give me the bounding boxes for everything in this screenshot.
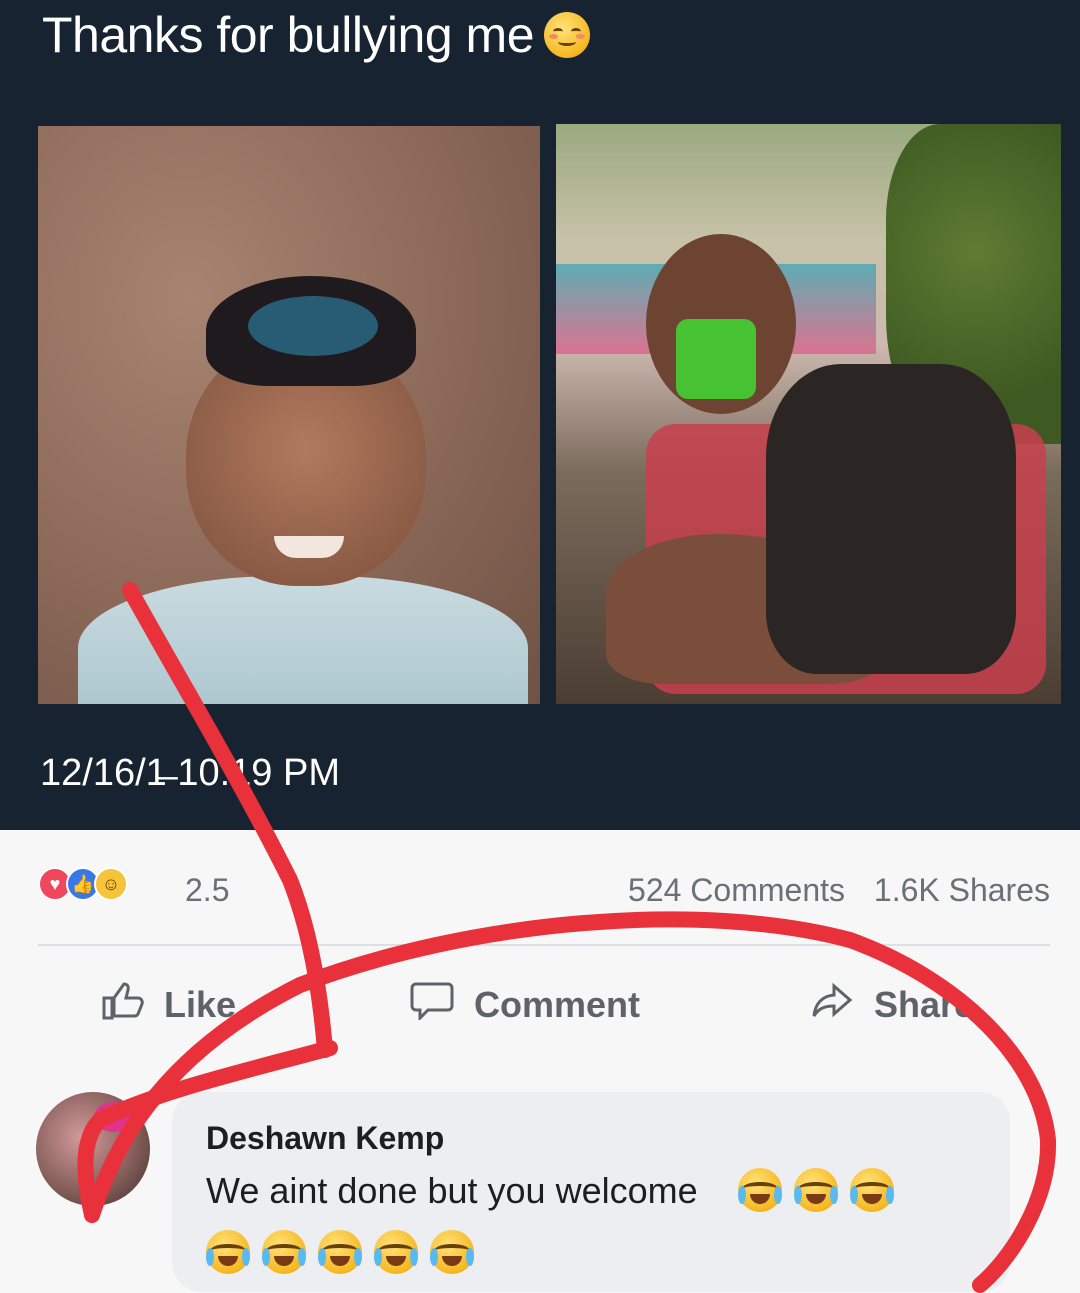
tweet-text-content: Thanks for bullying me [42,7,535,63]
avatar[interactable] [36,1092,150,1206]
divider [38,944,1050,946]
share-arrow-icon [810,980,854,1029]
tweet-timestamp: 12/16/1̶ 10:19 PM [40,752,340,794]
haha-reaction-icon: ☺ [94,867,128,901]
tweet-text: Thanks for bullying me [42,6,591,64]
thumbs-up-icon [100,980,144,1029]
share-button[interactable]: Share [810,980,974,1029]
crying-face-emoji-icon [794,1168,838,1212]
comment-author[interactable]: Deshawn Kemp [206,1120,444,1157]
comment-text: We aint done but you welcome [206,1170,698,1211]
crying-emoji-group [206,1230,486,1274]
comment-label: Comment [474,983,641,1025]
like-label: Like [164,983,237,1025]
tweet-card: Thanks for bullying me 12/16/1̶ 10:19 PM [0,0,1080,830]
crying-face-emoji-icon [850,1168,894,1212]
crying-face-emoji-icon [318,1230,362,1274]
adult-photo[interactable] [556,124,1061,704]
post-actions: Like Comment Share [0,980,1080,1040]
engagement-counts: 524 Comments 1.6K Shares [628,872,1050,909]
smiling-blush-emoji-icon [544,12,591,58]
reaction-count[interactable]: 2.5 [185,872,229,909]
speech-bubble-icon [410,980,454,1029]
crying-face-emoji-icon [374,1230,418,1274]
crying-face-emoji-icon [430,1230,474,1274]
child-photo[interactable] [38,126,540,704]
shares-count[interactable]: 1.6K Shares [874,872,1050,908]
crying-face-emoji-icon [738,1168,782,1212]
crying-face-emoji-icon [262,1230,306,1274]
reaction-icons[interactable]: ♥ 👍 ☺ [38,864,128,904]
comment: Deshawn Kemp We aint done but you welcom… [36,1092,1036,1292]
comment-button[interactable]: Comment [410,980,640,1029]
share-label: Share [874,983,975,1025]
comments-count[interactable]: 524 Comments [628,872,845,908]
crying-emoji-group [738,1168,906,1212]
crying-face-emoji-icon [206,1230,250,1274]
comment-bubble: Deshawn Kemp We aint done but you welcom… [172,1092,1010,1292]
like-button[interactable]: Like [100,980,236,1029]
